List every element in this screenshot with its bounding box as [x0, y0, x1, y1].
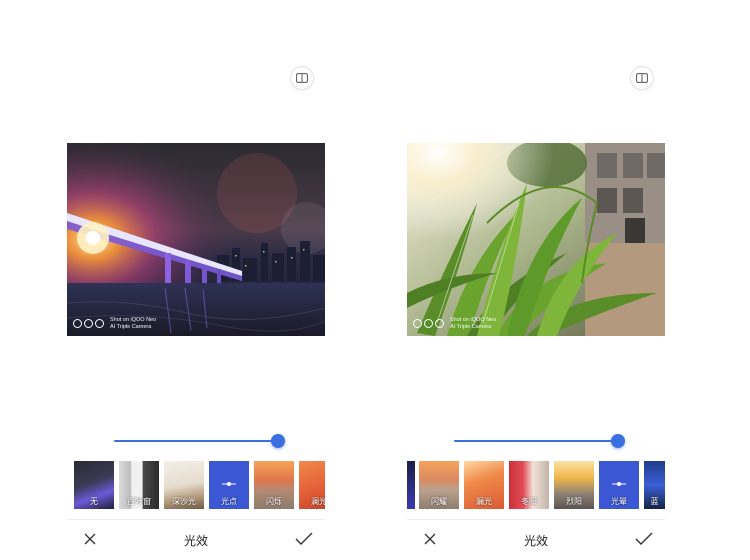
watermark-line-2: AI Triple Camera: [110, 323, 152, 330]
filter-label: 光点: [221, 497, 237, 506]
slider-thumb[interactable]: [271, 434, 285, 448]
filter-label: 漏光: [476, 497, 492, 506]
filter-item-selected[interactable]: 光晕: [599, 461, 639, 509]
iqoo-logo-icon: [73, 319, 104, 328]
filter-item-selected[interactable]: 光点: [209, 461, 249, 509]
slider-track: [454, 440, 612, 442]
filter-strip[interactable]: 无 百叶窗 深沙光 光点 闪烁 澜光: [67, 461, 325, 509]
filter-label: 深沙光: [172, 497, 196, 506]
filter-label: 烈阳: [566, 497, 582, 506]
intensity-slider[interactable]: [114, 434, 285, 448]
toolbar-title: 光效: [183, 534, 208, 548]
iqoo-logo-icon: [413, 319, 444, 328]
watermark-line-2: AI Triple Camera: [450, 323, 492, 330]
filter-strip[interactable]: 闪耀 漏光 冬阳 烈阳 光晕 蓝: [407, 461, 665, 509]
filter-item[interactable]: 漏光: [464, 461, 504, 509]
editor-screen-right: Shot on iQOO Neo AI Triple Camera 闪耀 漏光 …: [380, 0, 720, 560]
adjust-icon: [222, 482, 236, 486]
filter-item[interactable]: 百叶窗: [119, 461, 159, 509]
watermark-line-1: Shot on iQOO Neo: [450, 317, 497, 323]
intensity-slider[interactable]: [454, 434, 625, 448]
adjust-icon: [612, 482, 626, 486]
toolbar-divider: [67, 519, 325, 520]
toolbar-divider: [407, 519, 665, 520]
slider-thumb[interactable]: [611, 434, 625, 448]
filter-item[interactable]: 澜光: [299, 461, 325, 509]
filter-label: 光晕: [611, 497, 627, 506]
filter-item[interactable]: 闪烁: [254, 461, 294, 509]
photo-preview: Shot on iQOO Neo AI Triple Camera: [67, 143, 325, 336]
camera-watermark: Shot on iQOO Neo AI Triple Camera: [73, 317, 156, 330]
filter-label: 百叶窗: [127, 497, 151, 506]
watermark-line-1: Shot on iQOO Neo: [110, 317, 157, 323]
compare-icon: [296, 73, 308, 83]
filter-label: 闪耀: [431, 497, 447, 506]
filter-label: 无: [90, 497, 98, 506]
filter-item[interactable]: 无: [74, 461, 114, 509]
filter-label: 闪烁: [266, 497, 282, 506]
compare-button[interactable]: [630, 66, 654, 90]
filter-item[interactable]: 蓝: [644, 461, 665, 509]
bottom-toolbar: 光效: [67, 528, 325, 552]
plant-photo: [407, 143, 665, 336]
filter-label: 冬阳: [521, 497, 537, 506]
toolbar-title: 光效: [523, 534, 548, 548]
filter-label: 蓝: [650, 497, 659, 506]
filter-item[interactable]: 冬阳: [509, 461, 549, 509]
filter-item[interactable]: [407, 461, 415, 509]
compare-icon: [636, 73, 648, 83]
filter-item[interactable]: 深沙光: [164, 461, 204, 509]
compare-button[interactable]: [290, 66, 314, 90]
bottom-toolbar: 光效: [407, 528, 665, 552]
slider-track: [114, 440, 272, 442]
editor-screen-left: Shot on iQOO Neo AI Triple Camera 无 百叶窗 …: [40, 0, 380, 560]
night-bridge-photo: [67, 143, 325, 336]
check-icon[interactable]: [635, 532, 653, 546]
photo-preview: Shot on iQOO Neo AI Triple Camera: [407, 143, 665, 336]
filter-item[interactable]: 烈阳: [554, 461, 594, 509]
camera-watermark: Shot on iQOO Neo AI Triple Camera: [413, 317, 496, 330]
check-icon[interactable]: [295, 532, 313, 546]
filter-label: 澜光: [311, 497, 325, 506]
filter-item[interactable]: 闪耀: [419, 461, 459, 509]
